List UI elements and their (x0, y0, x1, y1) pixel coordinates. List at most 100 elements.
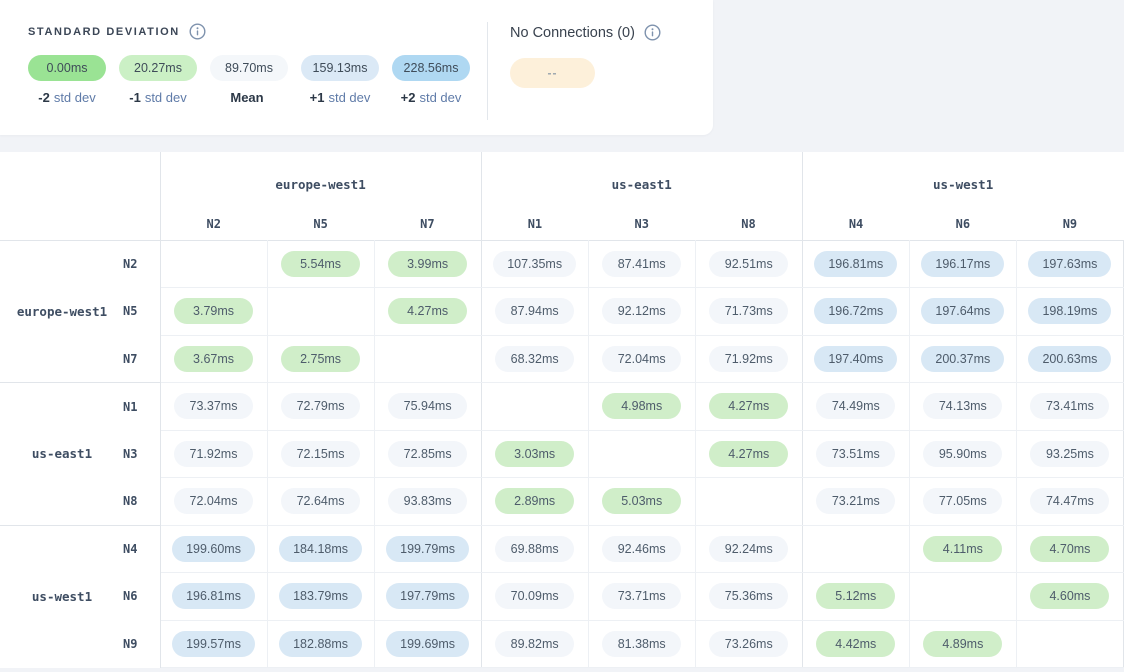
latency-cell-pill[interactable]: 71.73ms (709, 298, 788, 324)
latency-cell-pill[interactable]: 4.27ms (709, 393, 788, 419)
latency-cell: 4.89ms (909, 620, 1016, 668)
latency-cell-pill[interactable]: 197.79ms (386, 583, 469, 609)
latency-cell-pill[interactable]: 2.75ms (281, 346, 360, 372)
latency-cell-pill[interactable]: 72.64ms (281, 488, 360, 514)
latency-cell-pill[interactable]: 3.03ms (495, 441, 574, 467)
latency-cell-pill[interactable]: 197.64ms (921, 298, 1004, 324)
latency-cell-pill[interactable]: 107.35ms (493, 251, 576, 277)
latency-cell-pill[interactable]: 72.85ms (388, 441, 467, 467)
latency-cell-pill[interactable]: 196.72ms (814, 298, 897, 324)
latency-cell-pill[interactable]: 92.51ms (709, 251, 788, 277)
latency-cell-pill[interactable]: 5.03ms (602, 488, 681, 514)
latency-cell-pill[interactable]: 75.36ms (709, 583, 788, 609)
latency-cell-pill[interactable]: 72.04ms (602, 346, 681, 372)
latency-cell-pill[interactable]: 74.49ms (816, 393, 895, 419)
latency-cell-pill[interactable]: 69.88ms (495, 536, 574, 562)
latency-cell-pill[interactable]: 4.27ms (709, 441, 788, 467)
latency-cell-pill[interactable]: 71.92ms (709, 346, 788, 372)
row-node-N8[interactable]: N8 (118, 478, 160, 526)
latency-cell-pill[interactable]: 182.88ms (279, 631, 362, 657)
latency-cell-pill[interactable]: 92.46ms (602, 536, 681, 562)
latency-cell-pill[interactable]: 73.21ms (816, 488, 895, 514)
row-node-N2[interactable]: N2 (118, 240, 160, 288)
latency-cell: 3.67ms (160, 335, 267, 383)
latency-cell-pill[interactable]: 4.89ms (923, 631, 1002, 657)
latency-cell-pill[interactable]: 74.13ms (923, 393, 1002, 419)
latency-cell-pill[interactable]: 196.17ms (921, 251, 1004, 277)
latency-cell-pill[interactable]: 196.81ms (172, 583, 255, 609)
latency-cell-pill[interactable]: 4.70ms (1030, 536, 1109, 562)
row-node-N1[interactable]: N1 (118, 383, 160, 431)
latency-cell-pill[interactable]: 4.60ms (1030, 583, 1109, 609)
latency-cell-pill[interactable]: 74.47ms (1030, 488, 1109, 514)
column-node-N6[interactable]: N6 (909, 208, 1016, 240)
latency-cell-pill[interactable]: 197.40ms (814, 346, 897, 372)
latency-cell-pill[interactable]: 200.37ms (921, 346, 1004, 372)
latency-cell-pill[interactable]: 73.37ms (174, 393, 253, 419)
latency-cell-pill[interactable]: 73.26ms (709, 631, 788, 657)
latency-cell-pill[interactable]: 81.38ms (602, 631, 681, 657)
latency-cell-pill[interactable]: 70.09ms (495, 583, 574, 609)
latency-cell-pill[interactable]: 183.79ms (279, 583, 362, 609)
row-node-N9[interactable]: N9 (118, 620, 160, 668)
legend-label-plus2: +2std dev (392, 90, 470, 105)
latency-cell-pill[interactable]: 93.25ms (1030, 441, 1109, 467)
latency-cell-pill[interactable]: 73.51ms (816, 441, 895, 467)
latency-cell-pill[interactable]: 199.60ms (172, 536, 255, 562)
latency-cell-pill[interactable]: 92.24ms (709, 536, 788, 562)
latency-cell-pill[interactable]: 72.79ms (281, 393, 360, 419)
latency-cell-pill[interactable]: 197.63ms (1028, 251, 1111, 277)
latency-cell-pill[interactable]: 3.79ms (174, 298, 253, 324)
latency-cell-pill[interactable]: 87.94ms (495, 298, 574, 324)
column-node-N1[interactable]: N1 (481, 208, 588, 240)
latency-cell-pill[interactable]: 72.04ms (174, 488, 253, 514)
column-node-N3[interactable]: N3 (588, 208, 695, 240)
column-node-N4[interactable]: N4 (802, 208, 909, 240)
latency-cell-pill[interactable]: 4.11ms (923, 536, 1002, 562)
latency-cell-pill[interactable]: 4.98ms (602, 393, 681, 419)
latency-cell-pill[interactable]: 73.71ms (602, 583, 681, 609)
latency-cell-pill[interactable]: 184.18ms (279, 536, 362, 562)
latency-cell-pill[interactable]: 3.67ms (174, 346, 253, 372)
latency-cell: 73.41ms (1016, 383, 1123, 431)
latency-cell-pill[interactable]: 68.32ms (495, 346, 574, 372)
latency-cell-pill[interactable]: 3.99ms (388, 251, 467, 277)
std-dev-info-icon[interactable] (189, 23, 206, 40)
latency-cell-pill[interactable]: 71.92ms (174, 441, 253, 467)
latency-cell-pill[interactable]: 89.82ms (495, 631, 574, 657)
latency-cell-pill[interactable]: 93.83ms (388, 488, 467, 514)
latency-cell: 197.63ms (1016, 240, 1123, 288)
latency-cell-pill[interactable]: 196.81ms (814, 251, 897, 277)
latency-cell-pill[interactable]: 77.05ms (923, 488, 1002, 514)
latency-cell-pill[interactable]: 4.42ms (816, 631, 895, 657)
row-node-N7[interactable]: N7 (118, 335, 160, 383)
latency-cell-pill[interactable]: 4.27ms (388, 298, 467, 324)
latency-cell-pill[interactable]: 87.41ms (602, 251, 681, 277)
latency-cell: 92.24ms (695, 525, 802, 573)
latency-cell-pill[interactable]: 95.90ms (923, 441, 1002, 467)
column-node-N9[interactable]: N9 (1016, 208, 1123, 240)
latency-cell-pill[interactable]: 2.89ms (495, 488, 574, 514)
latency-cell-pill[interactable]: 92.12ms (602, 298, 681, 324)
row-node-N6[interactable]: N6 (118, 573, 160, 621)
column-node-N2[interactable]: N2 (160, 208, 267, 240)
column-node-N8[interactable]: N8 (695, 208, 802, 240)
column-node-N5[interactable]: N5 (267, 208, 374, 240)
latency-cell-pill[interactable]: 72.15ms (281, 441, 360, 467)
latency-cell-pill[interactable]: 73.41ms (1030, 393, 1109, 419)
row-node-N5[interactable]: N5 (118, 288, 160, 336)
latency-cell-pill[interactable]: 199.79ms (386, 536, 469, 562)
latency-cell-pill[interactable]: 5.12ms (816, 583, 895, 609)
latency-cell-pill[interactable]: 199.69ms (386, 631, 469, 657)
row-node-N3[interactable]: N3 (118, 430, 160, 478)
latency-cell-pill[interactable]: 75.94ms (388, 393, 467, 419)
column-node-N7[interactable]: N7 (374, 208, 481, 240)
no-connections-info-icon[interactable] (644, 24, 661, 41)
latency-cell-pill[interactable]: 198.19ms (1028, 298, 1111, 324)
row-node-N4[interactable]: N4 (118, 525, 160, 573)
std-dev-title: STANDARD DEVIATION (28, 26, 180, 38)
latency-cell-pill[interactable]: 199.57ms (172, 631, 255, 657)
latency-cell-pill[interactable]: 200.63ms (1028, 346, 1111, 372)
latency-cell-pill[interactable]: 5.54ms (281, 251, 360, 277)
latency-cell-empty (481, 383, 588, 431)
